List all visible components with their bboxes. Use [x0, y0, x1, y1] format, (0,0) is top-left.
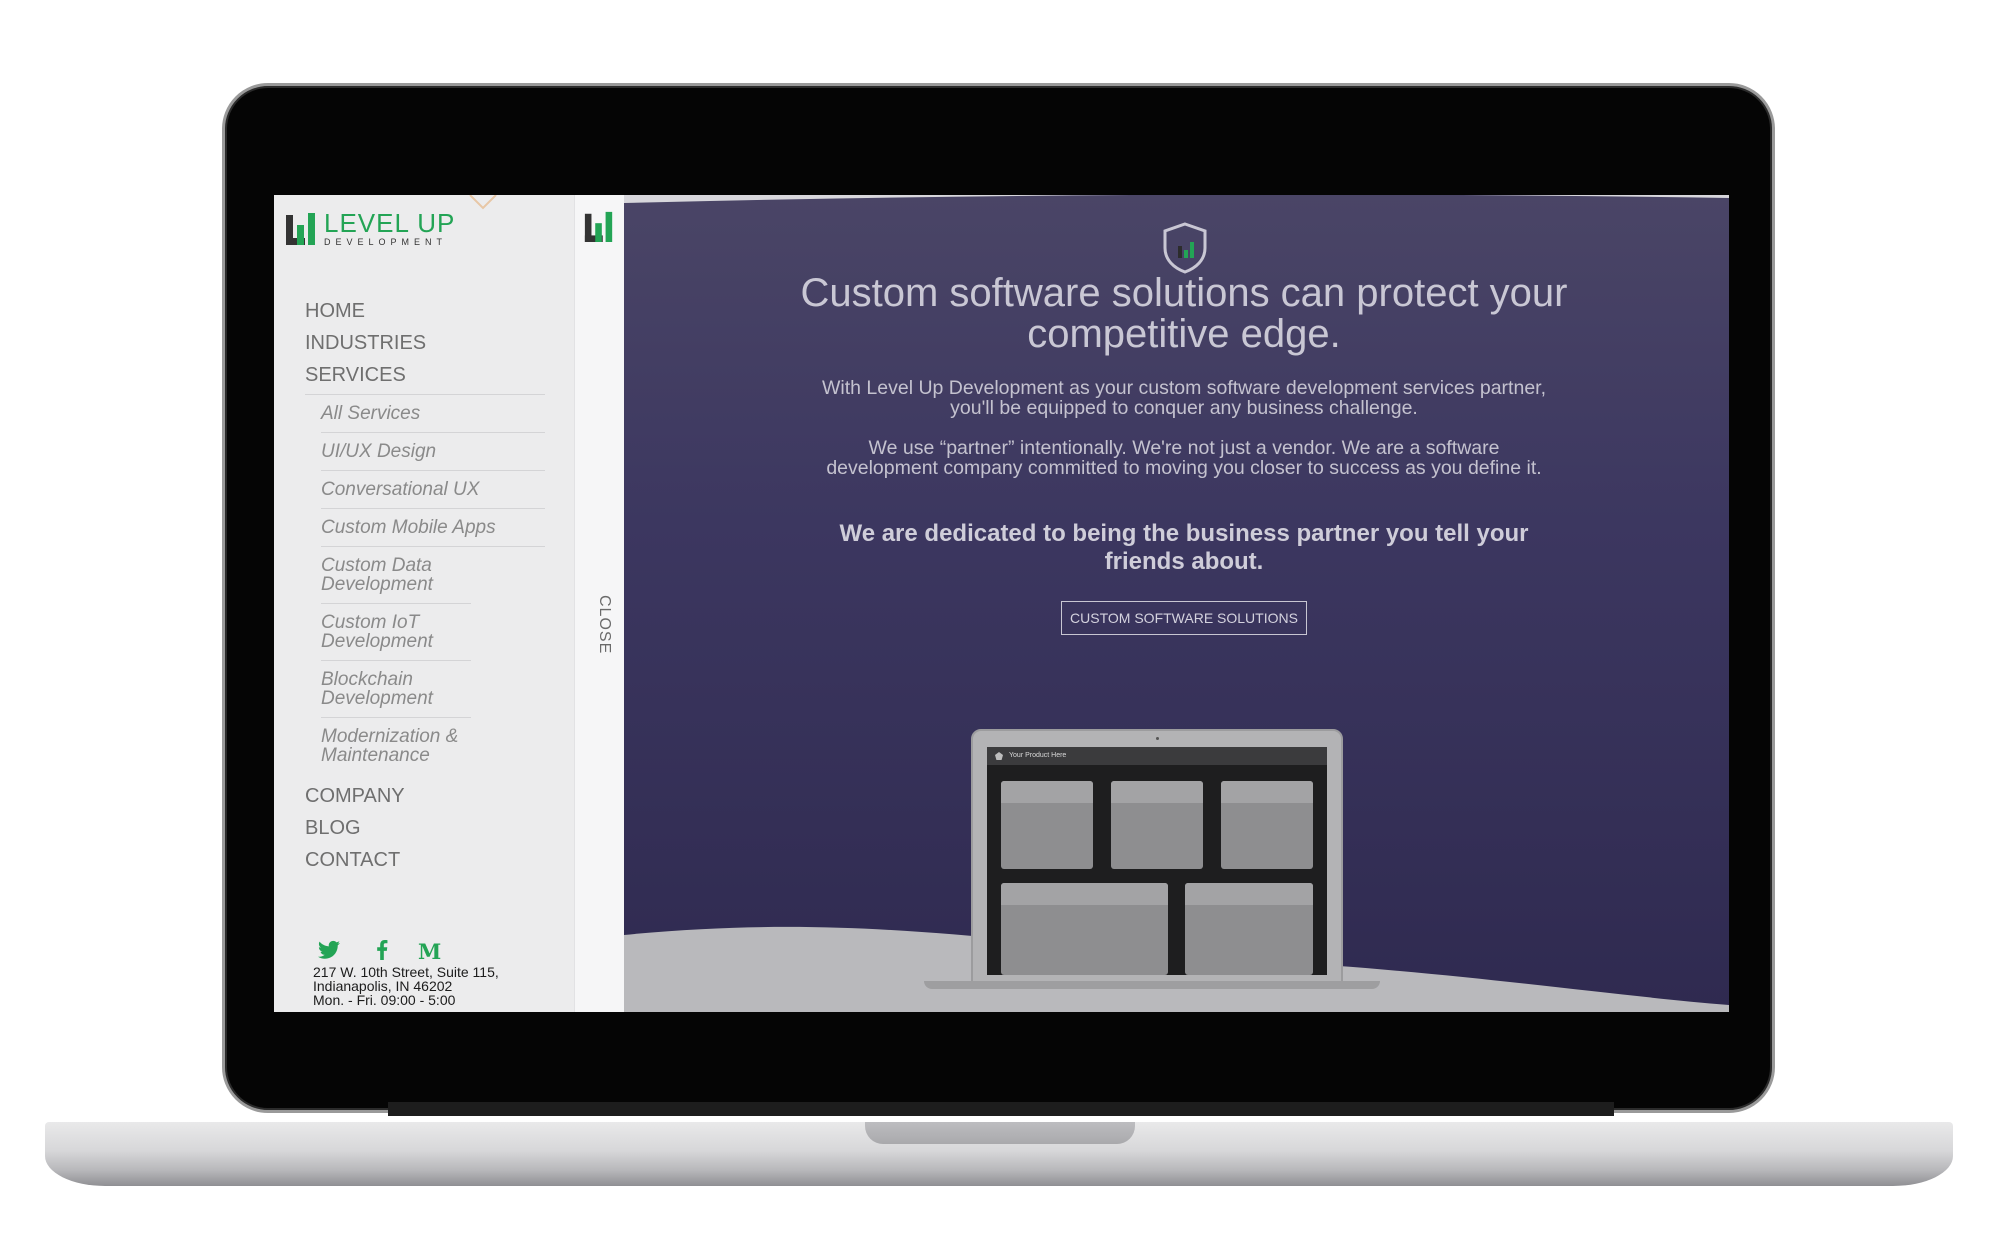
social-links: M: [318, 939, 458, 964]
sub-item-custom-iot-development[interactable]: Custom IoT Development: [321, 604, 471, 661]
logo-mark-icon: [584, 211, 613, 242]
hero-paragraph-1: With Level Up Development as your custom…: [822, 377, 1546, 419]
mockup-tile: [1185, 883, 1313, 975]
hero-top-curve: [624, 195, 1729, 203]
facebook-icon[interactable]: [376, 940, 388, 964]
screen: LEVEL UP DEVELOPMENT HOME INDUSTRIES SER…: [274, 195, 1729, 1012]
nav-item-services[interactable]: SERVICES: [305, 359, 545, 391]
laptop-hinge: [388, 1102, 1614, 1116]
nav-item-industries[interactable]: INDUSTRIES: [305, 327, 545, 359]
hero-section: Custom software solutions can protect yo…: [624, 195, 1729, 1012]
menu-close-strip[interactable]: CLOSE: [574, 195, 624, 1012]
sub-item-conversational-ux[interactable]: Conversational UX: [321, 471, 545, 509]
close-menu-button[interactable]: CLOSE: [583, 595, 613, 654]
sub-item-modernization-maintenance[interactable]: Modernization & Maintenance: [321, 718, 511, 774]
mockup-tile: [1221, 781, 1313, 869]
menu-notch-icon: [469, 195, 497, 210]
brand-logo[interactable]: LEVEL UP DEVELOPMENT: [286, 209, 476, 249]
product-mockup-laptop: Your Product Here: [971, 729, 1343, 989]
hero-paragraph-2: We use “partner” intentionally. We're no…: [826, 437, 1542, 479]
sub-item-blockchain-development[interactable]: Blockchain Development: [321, 661, 471, 718]
custom-software-solutions-button[interactable]: CUSTOM SOFTWARE SOLUTIONS: [1061, 601, 1307, 635]
brand-name: LEVEL UP: [324, 208, 456, 238]
mockup-tile: [1111, 781, 1203, 869]
services-submenu: All Services UI/UX Design Conversational…: [305, 395, 545, 774]
laptop-notch: [865, 1122, 1135, 1144]
sub-item-custom-data-development[interactable]: Custom Data Development: [321, 547, 471, 604]
address-line-1: 217 W. 10th Street, Suite 115,: [313, 964, 499, 980]
nav-item-company[interactable]: COMPANY: [305, 780, 545, 812]
business-hours: Mon. - Fri. 09:00 - 5:00: [313, 992, 456, 1008]
medium-icon[interactable]: M: [418, 939, 441, 964]
nav-item-blog[interactable]: BLOG: [305, 812, 545, 844]
twitter-icon[interactable]: [318, 940, 340, 964]
sub-item-custom-mobile-apps[interactable]: Custom Mobile Apps: [321, 509, 545, 547]
logo-bars-icon: [286, 213, 315, 245]
nav-item-home[interactable]: HOME: [305, 295, 545, 327]
main-nav: HOME INDUSTRIES SERVICES All Services UI…: [305, 295, 545, 876]
nav-item-contact[interactable]: CONTACT: [305, 844, 545, 876]
mockup-tile: [1001, 883, 1168, 975]
sub-item-ui-ux-design[interactable]: UI/UX Design: [321, 433, 545, 471]
sidebar-menu: LEVEL UP DEVELOPMENT HOME INDUSTRIES SER…: [274, 195, 574, 1012]
hero-title: Custom software solutions can protect yo…: [800, 271, 1568, 356]
address-block: 217 W. 10th Street, Suite 115, Indianapo…: [313, 965, 553, 1007]
address-line-2: Indianapolis, IN 46202: [313, 978, 453, 994]
shield-icon: [1163, 222, 1207, 274]
sub-item-all-services[interactable]: All Services: [321, 395, 545, 433]
mockup-camera: [1156, 737, 1159, 740]
hero-emphasis: We are dedicated to being the business p…: [839, 520, 1529, 575]
mockup-screen: Your Product Here: [987, 747, 1327, 975]
mockup-laptop-base: [924, 981, 1380, 989]
brand-subtitle: DEVELOPMENT: [324, 237, 448, 247]
mockup-tile: [1001, 781, 1093, 869]
mockup-logo-icon: [995, 752, 1003, 760]
mockup-app-title: Your Product Here: [1009, 752, 1067, 759]
mockup-app-bar: Your Product Here: [987, 747, 1327, 765]
